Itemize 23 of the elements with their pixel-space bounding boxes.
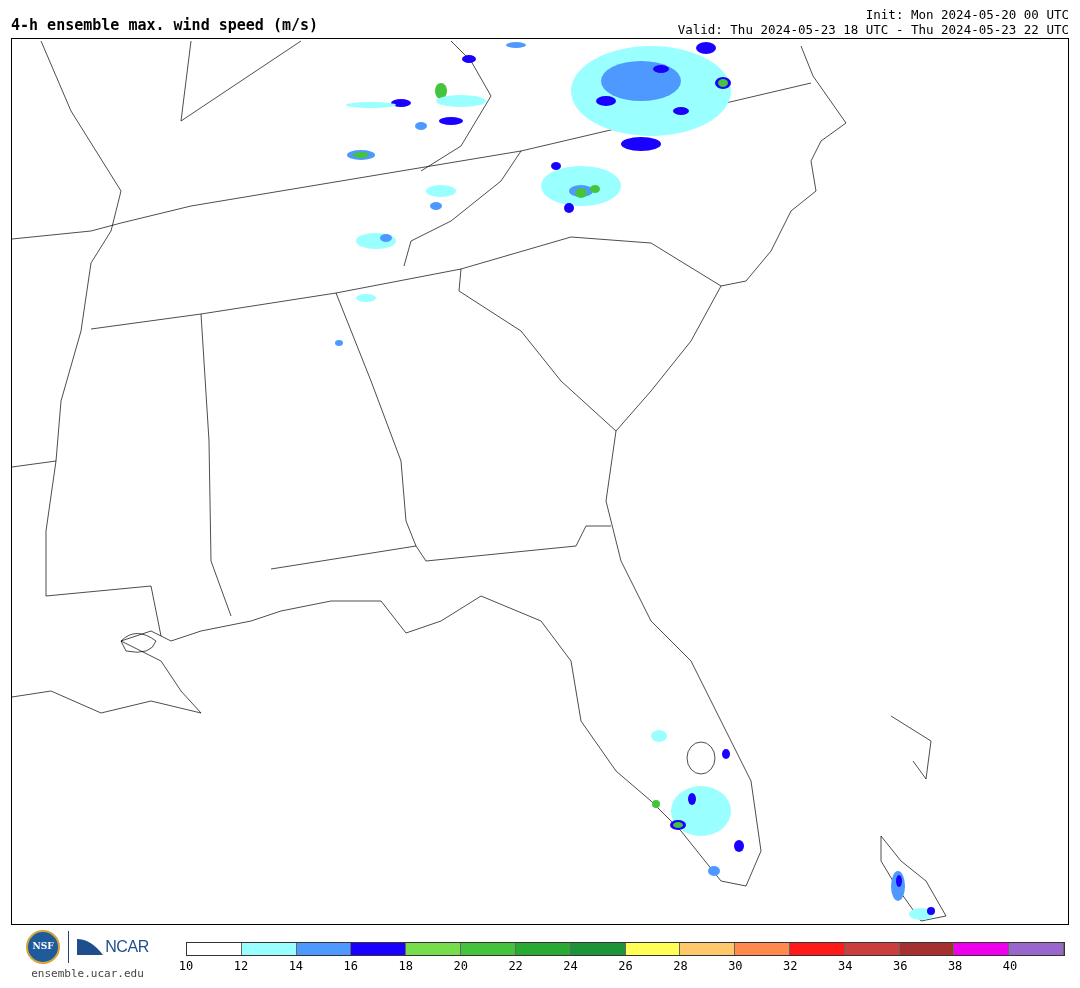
ncar-wave-icon xyxy=(77,937,104,957)
ncar-logo-text: NCAR xyxy=(105,937,149,957)
map-title: 4-h ensemble max. wind speed (m/s) xyxy=(11,18,319,33)
colorbar-tick-label: 24 xyxy=(563,960,578,972)
init-time: Init: Mon 2024-05-20 00 UTC xyxy=(865,7,1069,22)
colorbar-tick-label: 10 xyxy=(178,960,194,972)
site-url: ensemble.ucar.edu xyxy=(31,966,144,982)
valid-time: Valid: Thu 2024-05-23 18 UTC - Thu 2024-05-23 22 UTC xyxy=(677,22,1069,37)
colorbar-tick-label: 40 xyxy=(1002,960,1018,972)
nsf-logo: NSF xyxy=(26,930,61,964)
colorbar-tick-label: 38 xyxy=(947,960,963,972)
colorbar-tick-label: 34 xyxy=(838,960,853,972)
colorbar-tick-label: 26 xyxy=(618,960,633,972)
colorbar-tick-label: 36 xyxy=(892,960,908,972)
colorbar-tick-label: 14 xyxy=(288,960,304,972)
colorbar-tick-label: 30 xyxy=(728,960,743,972)
colorbar-tick-label: 16 xyxy=(343,960,359,972)
colorbar-tick-label: 20 xyxy=(453,960,468,972)
colorbar-tick-label: 18 xyxy=(398,960,413,972)
colorbar-tick-label: 28 xyxy=(673,960,688,972)
colorbar-tick-label: 32 xyxy=(783,960,798,972)
colorbar-tick-label: 12 xyxy=(233,960,249,972)
colorbar-tick-label: 22 xyxy=(508,960,523,972)
